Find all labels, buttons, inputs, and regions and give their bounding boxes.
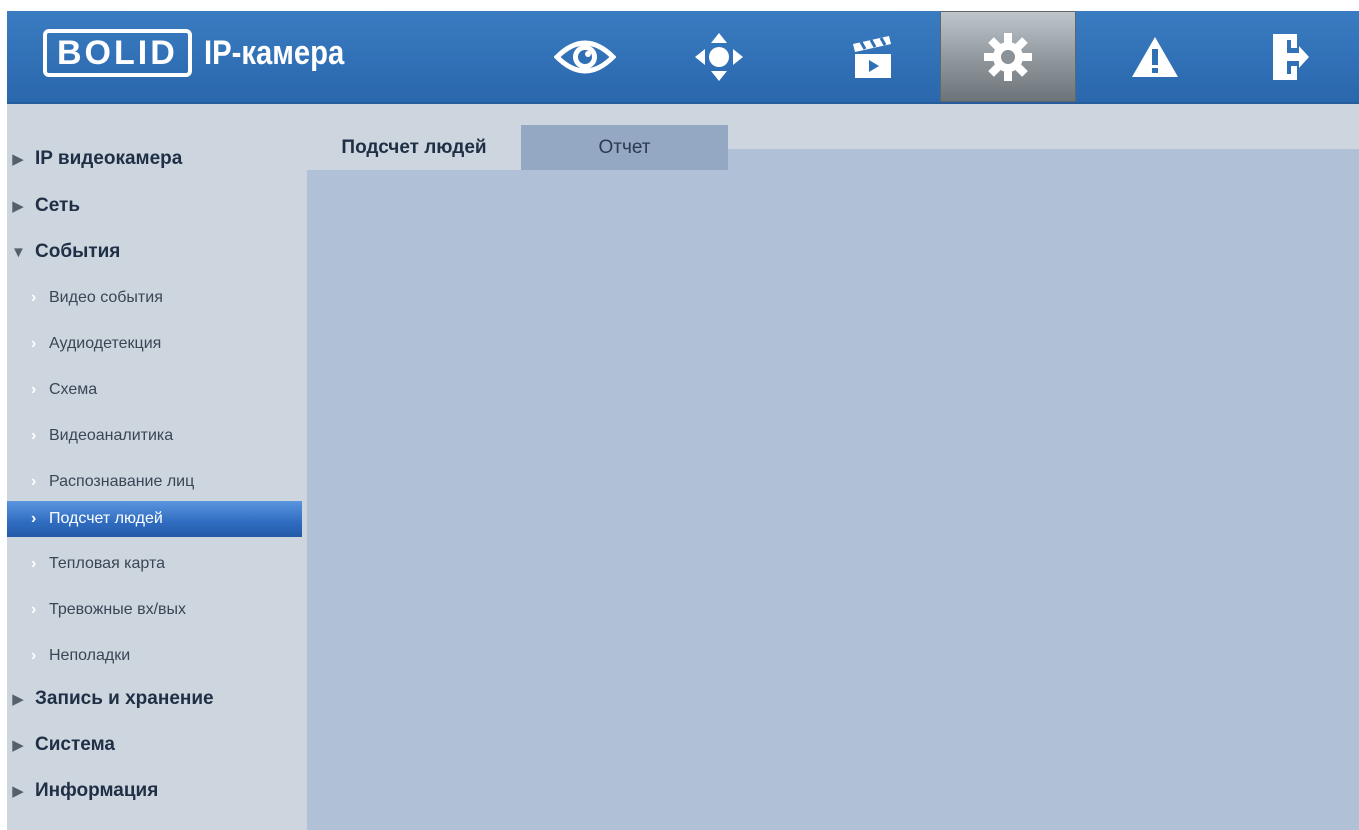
nav-playback[interactable]: [805, 11, 941, 102]
sidebar-item-people-counting[interactable]: › Подсчет людей: [7, 501, 302, 537]
sidebar-item-heat-map[interactable]: › Тепловая карта: [7, 549, 302, 579]
sidebar-group-information[interactable]: ▶ Информация: [7, 776, 302, 806]
sidebar-item-label: Подсчет людей: [49, 510, 163, 527]
top-header: BOLID IP-камера: [7, 11, 1359, 104]
chevron-right-icon: ›: [31, 510, 37, 527]
chevron-right-icon: ›: [31, 335, 37, 352]
nav-ptz[interactable]: [651, 11, 787, 102]
sidebar-item-face-recognition[interactable]: › Распознавание лиц: [7, 467, 302, 497]
chevron-right-icon: ›: [31, 381, 37, 398]
sidebar-group-label: Сеть: [35, 195, 81, 216]
nav-alarm[interactable]: [1087, 11, 1223, 102]
nav-live-view[interactable]: [517, 11, 653, 102]
chevron-right-icon: ›: [31, 473, 37, 490]
sidebar-group-network[interactable]: ▶ Сеть: [7, 191, 302, 221]
sidebar-group-system[interactable]: ▶ Система: [7, 730, 302, 760]
sidebar-item-label: Тепловая карта: [49, 555, 166, 572]
chevron-right-icon: ›: [31, 601, 37, 618]
sidebar-group-label: Информация: [35, 780, 159, 801]
sidebar-group-events[interactable]: ▼ События: [7, 237, 302, 267]
sidebar-item-video-analytics[interactable]: › Видеоаналитика: [7, 421, 302, 451]
chevron-right-icon: ›: [31, 647, 37, 664]
nav-logout[interactable]: [1223, 11, 1359, 102]
sidebar-item-audio-detection[interactable]: › Аудиодетекция: [7, 329, 302, 359]
app-window: BOLID IP-камера ▶ IP видеокамера ▶ Сеть …: [7, 11, 1359, 830]
warning-icon: [1132, 36, 1178, 77]
sidebar-item-video-events[interactable]: › Видео события: [7, 283, 302, 313]
sidebar-item-label: Распознавание лиц: [49, 473, 195, 490]
triangle-right-icon: ▶: [12, 198, 24, 215]
ptz-arrows-icon: [695, 32, 743, 81]
sidebar-item-faults[interactable]: › Неполадки: [7, 641, 302, 671]
nav-settings[interactable]: [940, 11, 1076, 102]
chevron-right-icon: ›: [31, 427, 37, 444]
sidebar-item-schedule[interactable]: › Схема: [7, 375, 302, 405]
triangle-right-icon: ▶: [12, 737, 24, 754]
sidebar-item-label: Видеоаналитика: [49, 427, 174, 444]
bolid-logo: BOLID: [43, 29, 192, 77]
sidebar-item-label: Тревожные вх/вых: [49, 601, 187, 618]
tab-people-counting[interactable]: Подсчет людей: [307, 125, 521, 170]
sidebar: ▶ IP видеокамера ▶ Сеть ▼ События › Виде…: [7, 104, 307, 830]
sidebar-group-label: IP видеокамера: [35, 148, 183, 169]
sidebar-item-alarm-io[interactable]: › Тревожные вх/вых: [7, 595, 302, 625]
sidebar-group-label: События: [35, 241, 121, 262]
gear-icon: [984, 32, 1032, 81]
sidebar-group-label: Система: [35, 734, 115, 755]
main-content: Подсчет людей Отчет: [307, 104, 1359, 830]
sidebar-item-label: Аудиодетекция: [49, 335, 162, 352]
triangle-right-icon: ▶: [12, 783, 24, 800]
eye-icon: [554, 40, 616, 73]
clapperboard-icon: [853, 35, 891, 78]
triangle-right-icon: ▶: [12, 691, 24, 708]
sidebar-group-label: Запись и хранение: [35, 688, 214, 709]
tab-report[interactable]: Отчет: [521, 125, 728, 170]
sidebar-group-recording-storage[interactable]: ▶ Запись и хранение: [7, 684, 302, 714]
logo: BOLID IP-камера: [43, 29, 367, 77]
chevron-right-icon: ›: [31, 289, 37, 306]
app-title: IP-камера: [203, 33, 345, 72]
exit-icon: [1273, 33, 1309, 80]
sidebar-item-label: Видео события: [49, 289, 163, 306]
triangle-down-icon: ▼: [11, 243, 26, 261]
sidebar-group-ip-camera[interactable]: ▶ IP видеокамера: [7, 144, 302, 174]
sidebar-item-label: Схема: [49, 381, 98, 398]
triangle-right-icon: ▶: [12, 151, 24, 168]
sidebar-item-label: Неполадки: [49, 647, 131, 664]
chevron-right-icon: ›: [31, 555, 37, 572]
